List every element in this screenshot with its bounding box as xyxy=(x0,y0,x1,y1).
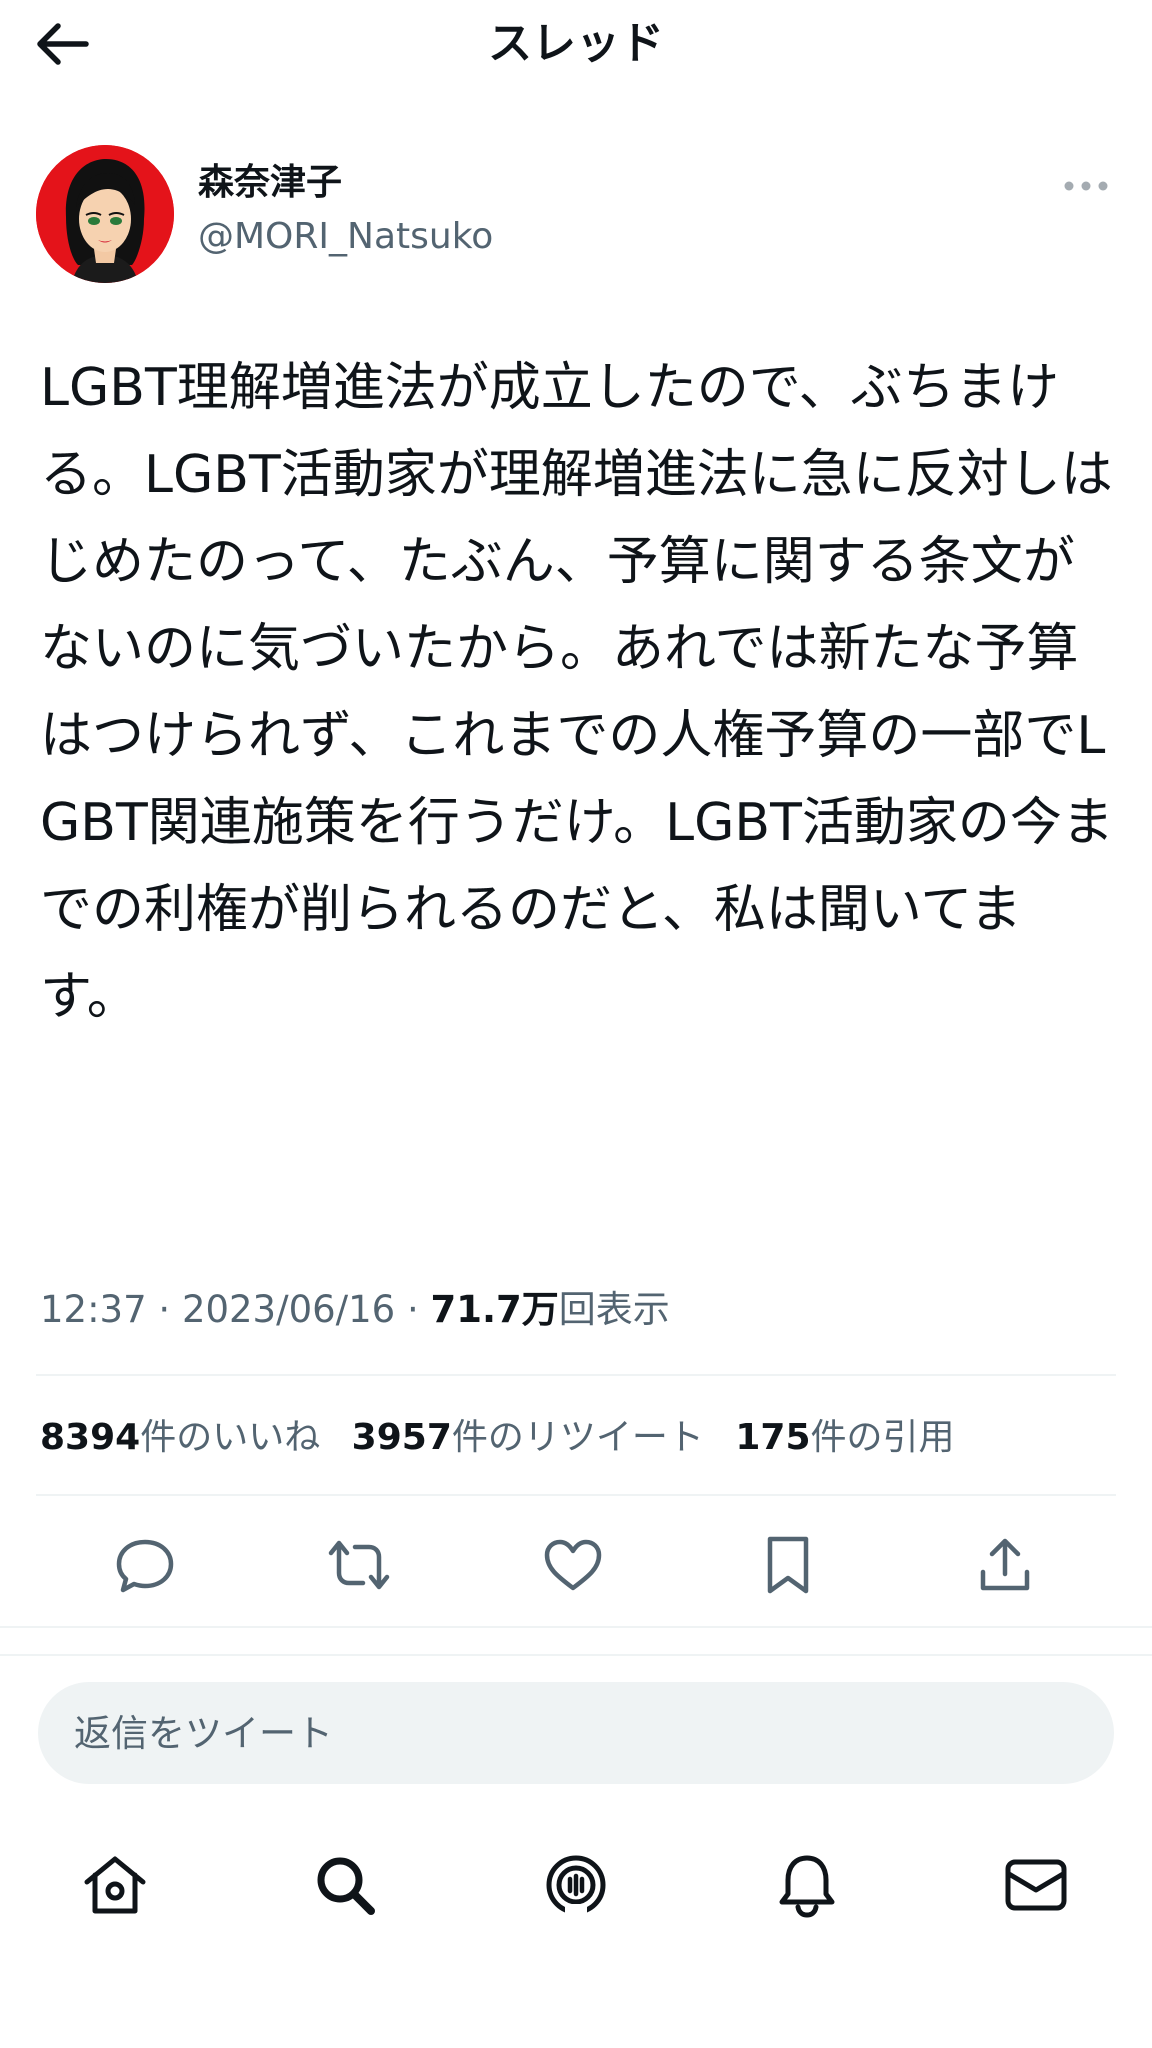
page-title: スレッド xyxy=(488,18,664,69)
views-count: 71.7万 xyxy=(430,1288,559,1331)
messages-icon xyxy=(1005,1859,1067,1911)
user-handle[interactable]: @MORI_Natsuko xyxy=(198,215,493,259)
share-button[interactable] xyxy=(970,1530,1040,1600)
divider xyxy=(36,1374,1116,1376)
spaces-icon xyxy=(546,1855,606,1916)
reply-box[interactable] xyxy=(38,1682,1114,1784)
share-icon xyxy=(980,1538,1030,1591)
avatar-illustration xyxy=(36,145,174,283)
more-horizontal-icon xyxy=(1064,181,1108,191)
divider xyxy=(0,1654,1152,1656)
bookmark-icon xyxy=(767,1536,809,1594)
tweet-date[interactable]: 2023/06/16 xyxy=(182,1288,395,1331)
retweet-button[interactable] xyxy=(324,1530,394,1600)
views-label: 回表示 xyxy=(558,1288,670,1331)
tweet-author: 森奈津子 @MORI_Natsuko xyxy=(36,145,1116,285)
avatar[interactable] xyxy=(36,145,174,283)
reply-icon xyxy=(116,1539,174,1593)
tweet-stats: 8394件のいいね 3957件のリツイート 175件の引用 xyxy=(40,1408,975,1468)
tweet-text: LGBT理解増進法が成立したので、ぶちまける。LGBT活動家が理解増進法に急に反… xyxy=(40,358,1114,1027)
top-bar: スレッド xyxy=(0,0,1152,90)
bookmark-button[interactable] xyxy=(753,1530,823,1600)
search-icon xyxy=(317,1857,375,1915)
home-icon xyxy=(84,1856,146,1914)
likes-count: 8394 xyxy=(40,1417,141,1458)
divider xyxy=(0,1626,1152,1628)
likes-label: 件のいいね xyxy=(140,1417,321,1458)
notifications-icon xyxy=(779,1855,835,1918)
nav-notifications[interactable] xyxy=(767,1842,847,1928)
nav-messages[interactable] xyxy=(996,1842,1076,1928)
nav-search[interactable] xyxy=(305,1842,385,1928)
quotes-stat[interactable]: 175件の引用 xyxy=(735,1417,954,1458)
meta-separator: · xyxy=(146,1288,182,1331)
likes-stat[interactable]: 8394件のいいね xyxy=(40,1417,320,1458)
like-icon xyxy=(544,1539,602,1591)
divider xyxy=(36,1494,1116,1496)
meta-separator: · xyxy=(395,1288,431,1331)
quotes-label: 件の引用 xyxy=(810,1417,955,1458)
like-button[interactable] xyxy=(538,1530,608,1600)
retweets-stat[interactable]: 3957件のリツイート xyxy=(352,1417,704,1458)
bottom-navigation xyxy=(0,1842,1152,1928)
tweet-actions xyxy=(0,1530,1152,1600)
retweets-label: 件のリツイート xyxy=(451,1417,704,1458)
reply-input[interactable] xyxy=(74,1682,1074,1784)
nav-home[interactable] xyxy=(75,1842,155,1928)
quotes-count: 175 xyxy=(735,1417,811,1458)
retweets-count: 3957 xyxy=(351,1417,452,1458)
more-options-button[interactable] xyxy=(1056,171,1116,201)
tweet-time[interactable]: 12:37 xyxy=(40,1288,147,1331)
tweet-meta: 12:37 · 2023/06/16 · 71.7万回表示 xyxy=(40,1280,670,1340)
display-name[interactable]: 森奈津子 xyxy=(198,161,342,205)
retweet-icon xyxy=(328,1540,390,1590)
nav-spaces[interactable] xyxy=(536,1842,616,1928)
reply-button[interactable] xyxy=(110,1530,180,1600)
